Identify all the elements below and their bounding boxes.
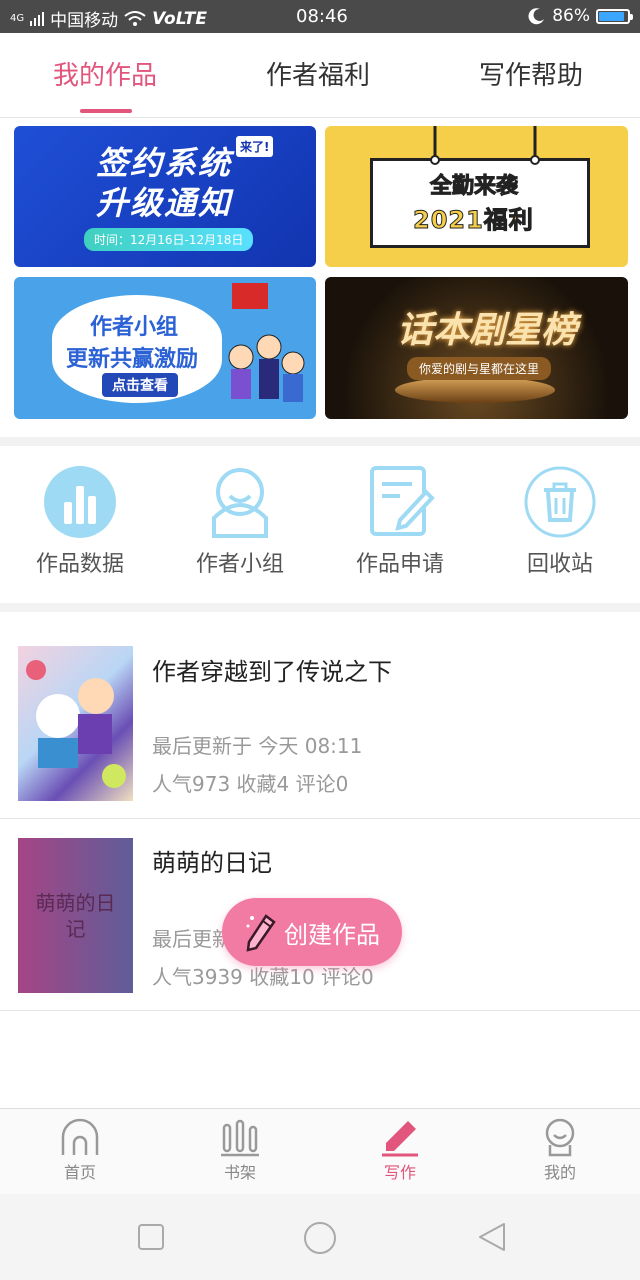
- quick-action-label: 作品申请: [355, 552, 444, 577]
- moon-icon: [528, 8, 545, 25]
- volte-label: VoLTE: [152, 8, 207, 29]
- work-cover: 萌萌的日记: [18, 838, 133, 993]
- banner-author-group[interactable]: 作者小组 更新共赢激励 点击查看: [14, 277, 316, 419]
- wifi-icon: [124, 10, 146, 26]
- nav-label: 书架: [223, 1163, 256, 1182]
- banner-title: 话本剧星榜: [397, 310, 578, 351]
- profile-icon: [545, 1118, 575, 1157]
- status-left: 4G 中国移动 VoLTE: [10, 6, 207, 32]
- cover-title: 萌萌的日记: [35, 890, 116, 941]
- banner-sign-system[interactable]: 签约系统 升级通知 来了! 时间：12月16日-12月18日: [14, 126, 316, 267]
- work-updated: 最后更新于 今天 08:11: [152, 734, 363, 758]
- battery-icon: [596, 8, 633, 24]
- back-triangle-icon[interactable]: [478, 1222, 506, 1252]
- work-item[interactable]: 作者穿越到了传说之下 最后更新于 今天 08:11 人气973 收藏4 评论0: [0, 626, 640, 819]
- home-circle-icon[interactable]: [303, 1221, 337, 1255]
- group-icon: [212, 468, 268, 538]
- nav-profile[interactable]: 我的: [520, 1117, 600, 1183]
- quick-action-group[interactable]: 作者小组: [160, 446, 320, 603]
- tab-active-indicator: [80, 109, 132, 113]
- create-work-label: 创建作品: [284, 920, 380, 949]
- quick-action-label: 作者小组: [195, 552, 284, 577]
- signal-icon: [30, 11, 45, 26]
- nav-write[interactable]: 写作: [360, 1117, 440, 1183]
- flag-icon: [232, 283, 268, 309]
- battery-percent: 86%: [552, 6, 590, 26]
- banner-subtitle: 你爱的剧与星都在这里: [407, 357, 552, 380]
- bookshelf-icon: [221, 1119, 259, 1157]
- hanging-strings-icon: [430, 126, 540, 165]
- banner-tag: 来了!: [236, 136, 274, 157]
- quick-actions: 作品数据 作者小组 作品申请 回收站: [0, 446, 640, 603]
- top-tabs: 我的作品 作者福利 写作帮助: [0, 33, 640, 118]
- recent-apps-icon[interactable]: [138, 1224, 164, 1250]
- apply-edit-icon: [370, 466, 435, 536]
- pencil-icon: [246, 914, 276, 952]
- quick-action-label: 作品数据: [35, 552, 124, 577]
- banner-title: 作者小组: [90, 315, 179, 340]
- status-time: 08:46: [296, 6, 348, 27]
- nav-home[interactable]: 首页: [40, 1117, 120, 1183]
- work-cover: [18, 646, 133, 801]
- banner-view-button[interactable]: 点击查看: [102, 373, 178, 397]
- quick-action-trash[interactable]: 回收站: [480, 446, 640, 603]
- banner-attendance[interactable]: 全勤来袭 2021福利: [325, 126, 628, 267]
- status-bar: 4G 中国移动 VoLTE 08:46 86%: [0, 0, 640, 33]
- home-icon: [61, 1118, 99, 1155]
- trash-icon: [524, 466, 596, 538]
- tab-writing-help[interactable]: 写作帮助: [479, 55, 583, 92]
- network-type: 4G: [10, 13, 25, 24]
- nav-label: 首页: [63, 1163, 96, 1182]
- bottom-nav: 首页 书架 写作 我的: [0, 1108, 640, 1195]
- quick-action-data[interactable]: 作品数据: [0, 446, 160, 603]
- nav-bookshelf[interactable]: 书架: [200, 1117, 280, 1183]
- section-divider: [0, 603, 640, 612]
- quick-action-label: 回收站: [526, 552, 593, 577]
- stage-platform: [395, 377, 555, 403]
- bar-chart-icon: [44, 466, 116, 538]
- banner-subtitle: 2021福利: [413, 206, 534, 235]
- banner-subtitle: 升级通知: [96, 184, 233, 222]
- create-work-button[interactable]: 创建作品: [222, 898, 402, 966]
- carrier-name: 中国移动: [50, 11, 119, 31]
- banner-subtitle: 更新共赢激励: [66, 347, 199, 372]
- work-stats: 人气973 收藏4 评论0: [152, 772, 349, 796]
- work-title: 作者穿越到了传说之下: [152, 658, 392, 686]
- cover-illustration: [26, 660, 126, 788]
- status-right: 86%: [528, 6, 633, 26]
- banner-title: 全勤来袭: [429, 174, 519, 200]
- nav-label: 写作: [383, 1163, 416, 1182]
- banner-drama-star-list[interactable]: 话本剧星榜 你爱的剧与星都在这里: [325, 277, 628, 419]
- system-nav-bar: [0, 1194, 640, 1280]
- tab-my-works[interactable]: 我的作品: [53, 55, 157, 92]
- work-title: 萌萌的日记: [152, 849, 272, 877]
- banner-date: 时间：12月16日-12月18日: [84, 228, 254, 251]
- tab-author-benefits[interactable]: 作者福利: [266, 55, 370, 92]
- section-divider: [0, 437, 640, 446]
- pen-icon: [382, 1121, 418, 1157]
- nav-label: 我的: [543, 1163, 576, 1182]
- quick-action-apply[interactable]: 作品申请: [320, 446, 480, 603]
- people-illustration: [228, 334, 305, 402]
